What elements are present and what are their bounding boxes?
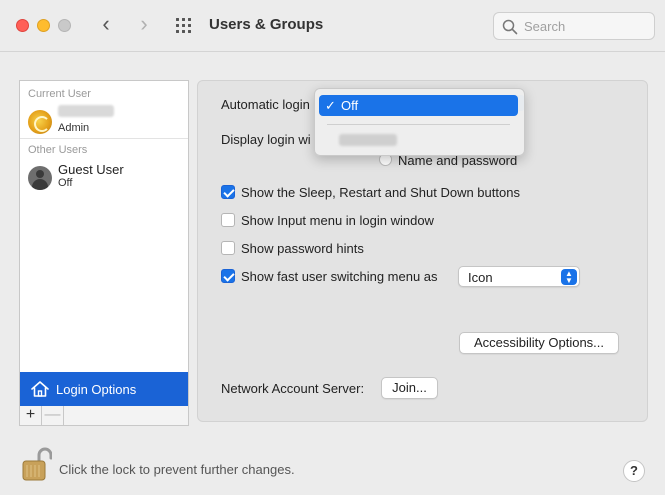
search-placeholder: Search bbox=[524, 19, 566, 34]
show-sleep-restart-shutdown-checkbox[interactable] bbox=[221, 185, 235, 199]
accessibility-options-button[interactable]: Accessibility Options... bbox=[459, 332, 619, 354]
lock-status-text: Click the lock to prevent further change… bbox=[59, 462, 295, 477]
current-user-role: Admin bbox=[58, 122, 90, 134]
automatic-login-label: Automatic login bbox=[221, 97, 310, 112]
fast-user-switching-popup[interactable]: Icon ▲ ▼ bbox=[458, 266, 580, 287]
current-user-section-label: Current User bbox=[28, 88, 91, 100]
guest-user-status: Off bbox=[58, 177, 73, 189]
current-user-name-redacted bbox=[58, 105, 114, 117]
automatic-login-dropdown-menu: ✓ Off bbox=[314, 88, 525, 156]
other-users-section-label: Other Users bbox=[28, 144, 88, 156]
show-password-hints-checkbox[interactable] bbox=[221, 241, 235, 255]
house-icon bbox=[31, 381, 49, 397]
add-user-button[interactable]: + bbox=[20, 406, 42, 425]
current-user-avatar bbox=[28, 110, 52, 134]
menu-item-off[interactable]: ✓ Off bbox=[319, 95, 518, 116]
back-arrow-icon[interactable]: ‹ bbox=[96, 13, 116, 37]
forward-arrow-icon[interactable]: › bbox=[134, 13, 154, 37]
login-options-label: Login Options bbox=[56, 382, 137, 397]
show-fast-user-switching-checkbox[interactable] bbox=[221, 269, 235, 283]
menu-separator bbox=[327, 124, 510, 125]
search-input[interactable]: Search bbox=[493, 12, 655, 40]
remove-user-button[interactable]: — bbox=[42, 406, 64, 425]
guest-user-name[interactable]: Guest User bbox=[58, 162, 124, 177]
zoom-window-button[interactable] bbox=[58, 19, 71, 32]
network-account-server-label: Network Account Server: bbox=[221, 381, 365, 396]
sidebar-footer: + — bbox=[19, 406, 189, 426]
show-sleep-restart-shutdown-label: Show the Sleep, Restart and Shut Down bu… bbox=[241, 185, 520, 200]
title-bar: ‹ › Users & Groups Search bbox=[0, 0, 665, 52]
display-login-label: Display login wi bbox=[221, 132, 311, 147]
show-input-menu-label: Show Input menu in login window bbox=[241, 213, 434, 228]
search-icon bbox=[502, 19, 518, 35]
show-fast-user-switching-label: Show fast user switching menu as bbox=[241, 269, 438, 284]
show-all-grid-icon[interactable] bbox=[175, 17, 193, 35]
show-input-menu-checkbox[interactable] bbox=[221, 213, 235, 227]
guest-user-avatar bbox=[28, 166, 52, 190]
close-window-button[interactable] bbox=[16, 19, 29, 32]
show-password-hints-label: Show password hints bbox=[241, 241, 364, 256]
chevron-updown-icon: ▲ ▼ bbox=[561, 269, 577, 285]
menu-item-user-redacted[interactable] bbox=[339, 134, 397, 146]
sidebar-divider bbox=[20, 138, 188, 139]
window-title: Users & Groups bbox=[209, 16, 324, 33]
sidebar-item-login-options[interactable]: Login Options bbox=[20, 372, 188, 406]
fast-user-switching-value: Icon bbox=[468, 270, 493, 285]
join-button[interactable]: Join... bbox=[381, 377, 438, 399]
users-sidebar: Current User Admin Other Users Guest Use… bbox=[19, 80, 189, 407]
minimize-window-button[interactable] bbox=[37, 19, 50, 32]
help-button[interactable]: ? bbox=[623, 460, 645, 482]
unlocked-padlock-icon[interactable] bbox=[20, 446, 52, 482]
menu-item-off-label: Off bbox=[341, 98, 359, 113]
checkmark-icon: ✓ bbox=[325, 98, 336, 113]
